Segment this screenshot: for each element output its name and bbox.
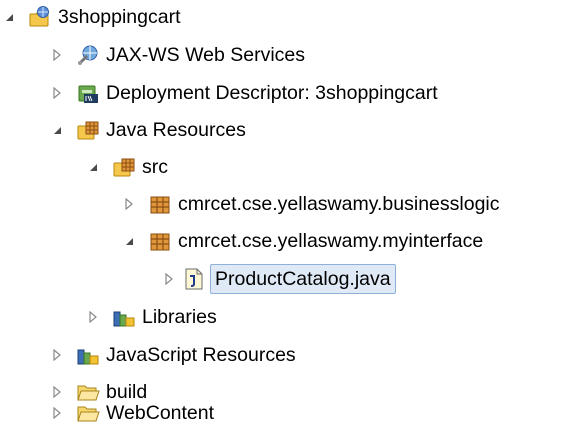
collapsed-arrow-icon[interactable] [122,197,136,211]
tree-item-label: cmrcet.cse.yellaswamy.businesslogic [178,193,500,215]
tree-item-deployment-descriptor[interactable]: Deployment Descriptor: 3shoppingcart [50,76,438,110]
tree-item-label: JavaScript Resources [106,344,296,366]
package-icon [148,192,172,216]
expanded-arrow-icon[interactable] [86,160,100,174]
collapsed-arrow-icon[interactable] [86,310,100,324]
java-file-icon [182,267,206,291]
tree-item-jax-ws-web-services[interactable]: JAX-WS Web Services [50,38,305,72]
tree-item-label: cmrcet.cse.yellaswamy.myinterface [178,230,484,252]
collapsed-arrow-icon[interactable] [50,348,64,362]
tree-item-label: ProductCatalog.java [210,264,396,294]
folder-icon [76,401,100,425]
collapsed-arrow-icon[interactable] [50,48,64,62]
project-explorer-tree: 3shoppingcart JAX-WS Web Services Deploy… [0,0,584,430]
package-icon [148,229,172,253]
tree-item-webcontent[interactable]: WebContent [50,396,214,430]
expanded-arrow-icon[interactable] [2,10,16,24]
tree-item-package-myinterface[interactable]: cmrcet.cse.yellaswamy.myinterface [122,224,483,258]
tree-item-label: src [142,156,168,178]
libraries-icon [112,305,136,329]
tree-item-label: Deployment Descriptor: 3shoppingcart [106,82,438,104]
tree-item-label: JAX-WS Web Services [106,44,306,66]
expanded-arrow-icon[interactable] [50,123,64,137]
collapsed-arrow-icon[interactable] [162,272,176,286]
tree-item-libraries[interactable]: Libraries [86,300,217,334]
javascript-resources-icon [76,343,100,367]
web-services-icon [76,43,100,67]
tree-item-productcatalog-java[interactable]: ProductCatalog.java [162,262,396,296]
tree-item-3shoppingcart[interactable]: 3shoppingcart [2,0,181,34]
deployment-descriptor-icon [76,81,100,105]
java-resources-icon [76,118,100,142]
tree-item-label: Java Resources [106,119,246,141]
tree-item-package-businesslogic[interactable]: cmrcet.cse.yellaswamy.businesslogic [122,187,500,221]
tree-item-java-resources[interactable]: Java Resources [50,113,246,147]
expanded-arrow-icon[interactable] [122,234,136,248]
tree-item-label: WebContent [106,402,215,424]
tree-item-label: Libraries [142,306,217,328]
source-folder-icon [112,155,136,179]
collapsed-arrow-icon[interactable] [50,406,64,420]
tree-item-javascript-resources[interactable]: JavaScript Resources [50,338,296,372]
tree-item-src[interactable]: src [86,150,168,184]
collapsed-arrow-icon[interactable] [50,86,64,100]
tree-item-label: 3shoppingcart [58,6,181,28]
web-project-icon [28,5,52,29]
